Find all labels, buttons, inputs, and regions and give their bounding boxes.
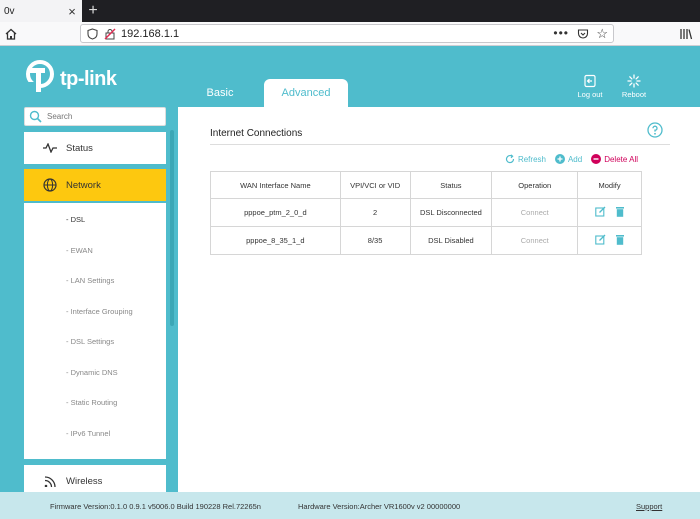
refresh-button[interactable]: Refresh [505,154,546,164]
remove-icon [591,154,602,164]
column-header: WAN Interface Name [210,171,341,199]
reboot-label: Reboot [621,90,647,99]
search-input[interactable] [47,109,163,124]
logout-button[interactable]: Log out [570,74,610,99]
sidebar-scrollbar[interactable] [170,130,174,326]
table-row: pppoe_ptm_2_0_d 2 DSL Disconnected Conne… [210,198,642,227]
sidebar-item-status[interactable]: Status [24,132,166,164]
sidebar-item-label: Wireless [66,475,103,487]
tab-advanced[interactable]: Advanced [264,79,348,107]
table-header-row: WAN Interface Name VPI/VCI or VID Status… [210,171,642,199]
refresh-icon [505,154,515,164]
sidebar-item-label: Network [66,179,101,191]
sidebar-item-network[interactable]: Network [24,169,166,201]
sidebar-item-label: Status [66,142,93,154]
help-icon[interactable] [647,122,663,138]
operation-cell: Connect [491,226,579,255]
section-title: Internet Connections [210,128,303,139]
delete-all-label: Delete All [604,154,638,164]
sidebar-subitem-dsl-settings[interactable]: - DSL Settings [66,337,114,346]
connection-status: DSL Disabled [409,226,493,255]
modify-cell [577,226,642,255]
add-label: Add [567,154,583,164]
sidebar-subitem-dsl[interactable]: - DSL [66,215,85,224]
logout-icon [584,74,596,88]
reboot-icon [627,74,641,88]
sidebar-subitem-ipv6-tunnel[interactable]: - IPv6 Tunnel [66,429,110,438]
globe-icon [43,178,57,192]
sidebar-subitem-dynamic-dns[interactable]: - Dynamic DNS [66,368,118,377]
search-icon [29,110,42,123]
footer: Firmware Version:0.1.0 0.9.1 v5006.0 Bui… [0,492,700,519]
new-tab-button[interactable]: + [84,0,102,22]
logo-text: tp-link [60,68,117,90]
wan-interface-name: pppoe_8_35_1_d [210,226,341,255]
table-row: pppoe_8_35_1_d 8/35 DSL Disabled Connect [210,226,642,255]
delete-all-button[interactable]: Delete All [591,154,638,164]
connect-button[interactable]: Connect [521,236,549,245]
section-divider [210,144,670,145]
vpi-vci-value: 8/35 [339,226,411,255]
column-header: Status [409,171,493,199]
content-panel: Internet Connections Refresh Add Delete … [178,107,700,492]
sidebar: Status Network - DSL - EWAN - LAN Settin… [24,107,167,497]
page-actions-icon[interactable]: ••• [553,26,569,40]
search-box[interactable] [24,107,166,126]
connect-button[interactable]: Connect [521,208,549,217]
home-icon[interactable] [4,27,18,41]
wan-connections-table: WAN Interface Name VPI/VCI or VID Status… [210,171,642,255]
hardware-version: Hardware Version:Archer VR1600v v2 00000… [298,502,461,511]
sidebar-subitem-lan-settings[interactable]: - LAN Settings [66,276,114,285]
url-bar[interactable]: 192.168.1.1 ••• ☆ [80,24,614,43]
vpi-vci-value: 2 [339,198,411,227]
sidebar-subitem-ewan[interactable]: - EWAN [66,246,93,255]
add-button[interactable]: Add [554,154,583,164]
sidebar-subitem-interface-grouping[interactable]: - Interface Grouping [66,307,133,316]
browser-nav-bar: 192.168.1.1 ••• ☆ [0,22,700,46]
sidebar-subitem-static-routing[interactable]: - Static Routing [66,398,117,407]
edit-icon[interactable] [594,234,606,245]
bookmark-star-icon[interactable]: ☆ [596,26,608,42]
modify-cell [577,198,642,227]
insecure-lock-icon[interactable] [104,28,116,40]
firmware-version: Firmware Version:0.1.0 0.9.1 v5006.0 Bui… [50,502,261,511]
column-header: Modify [577,171,642,199]
wan-interface-name: pppoe_ptm_2_0_d [210,198,341,227]
pocket-icon[interactable] [577,28,589,40]
support-link[interactable]: Support [636,502,662,511]
refresh-label: Refresh [517,154,546,164]
close-tab-icon[interactable]: × [66,4,78,19]
column-header: VPI/VCI or VID [339,171,411,199]
table-actions: Refresh Add Delete All [496,154,638,164]
edit-icon[interactable] [594,206,606,217]
url-text: 192.168.1.1 [121,28,180,40]
connection-status: DSL Disconnected [409,198,493,227]
pulse-icon [43,143,57,153]
tab-basic[interactable]: Basic [188,79,252,107]
add-icon [554,154,565,164]
browser-tab-title: 0v [4,5,15,17]
trash-icon[interactable] [615,206,625,217]
browser-tab-bar: 0v × + [0,0,700,22]
network-submenu: - DSL - EWAN - LAN Settings - Interface … [24,203,166,459]
library-icon[interactable] [679,27,693,41]
logout-label: Log out [577,90,603,99]
operation-cell: Connect [491,198,579,227]
wifi-icon [44,476,56,487]
browser-tab[interactable]: 0v × [0,0,82,22]
trash-icon[interactable] [615,234,625,245]
column-header: Operation [491,171,579,199]
reboot-button[interactable]: Reboot [614,74,654,99]
tracking-shield-icon[interactable] [87,28,98,40]
